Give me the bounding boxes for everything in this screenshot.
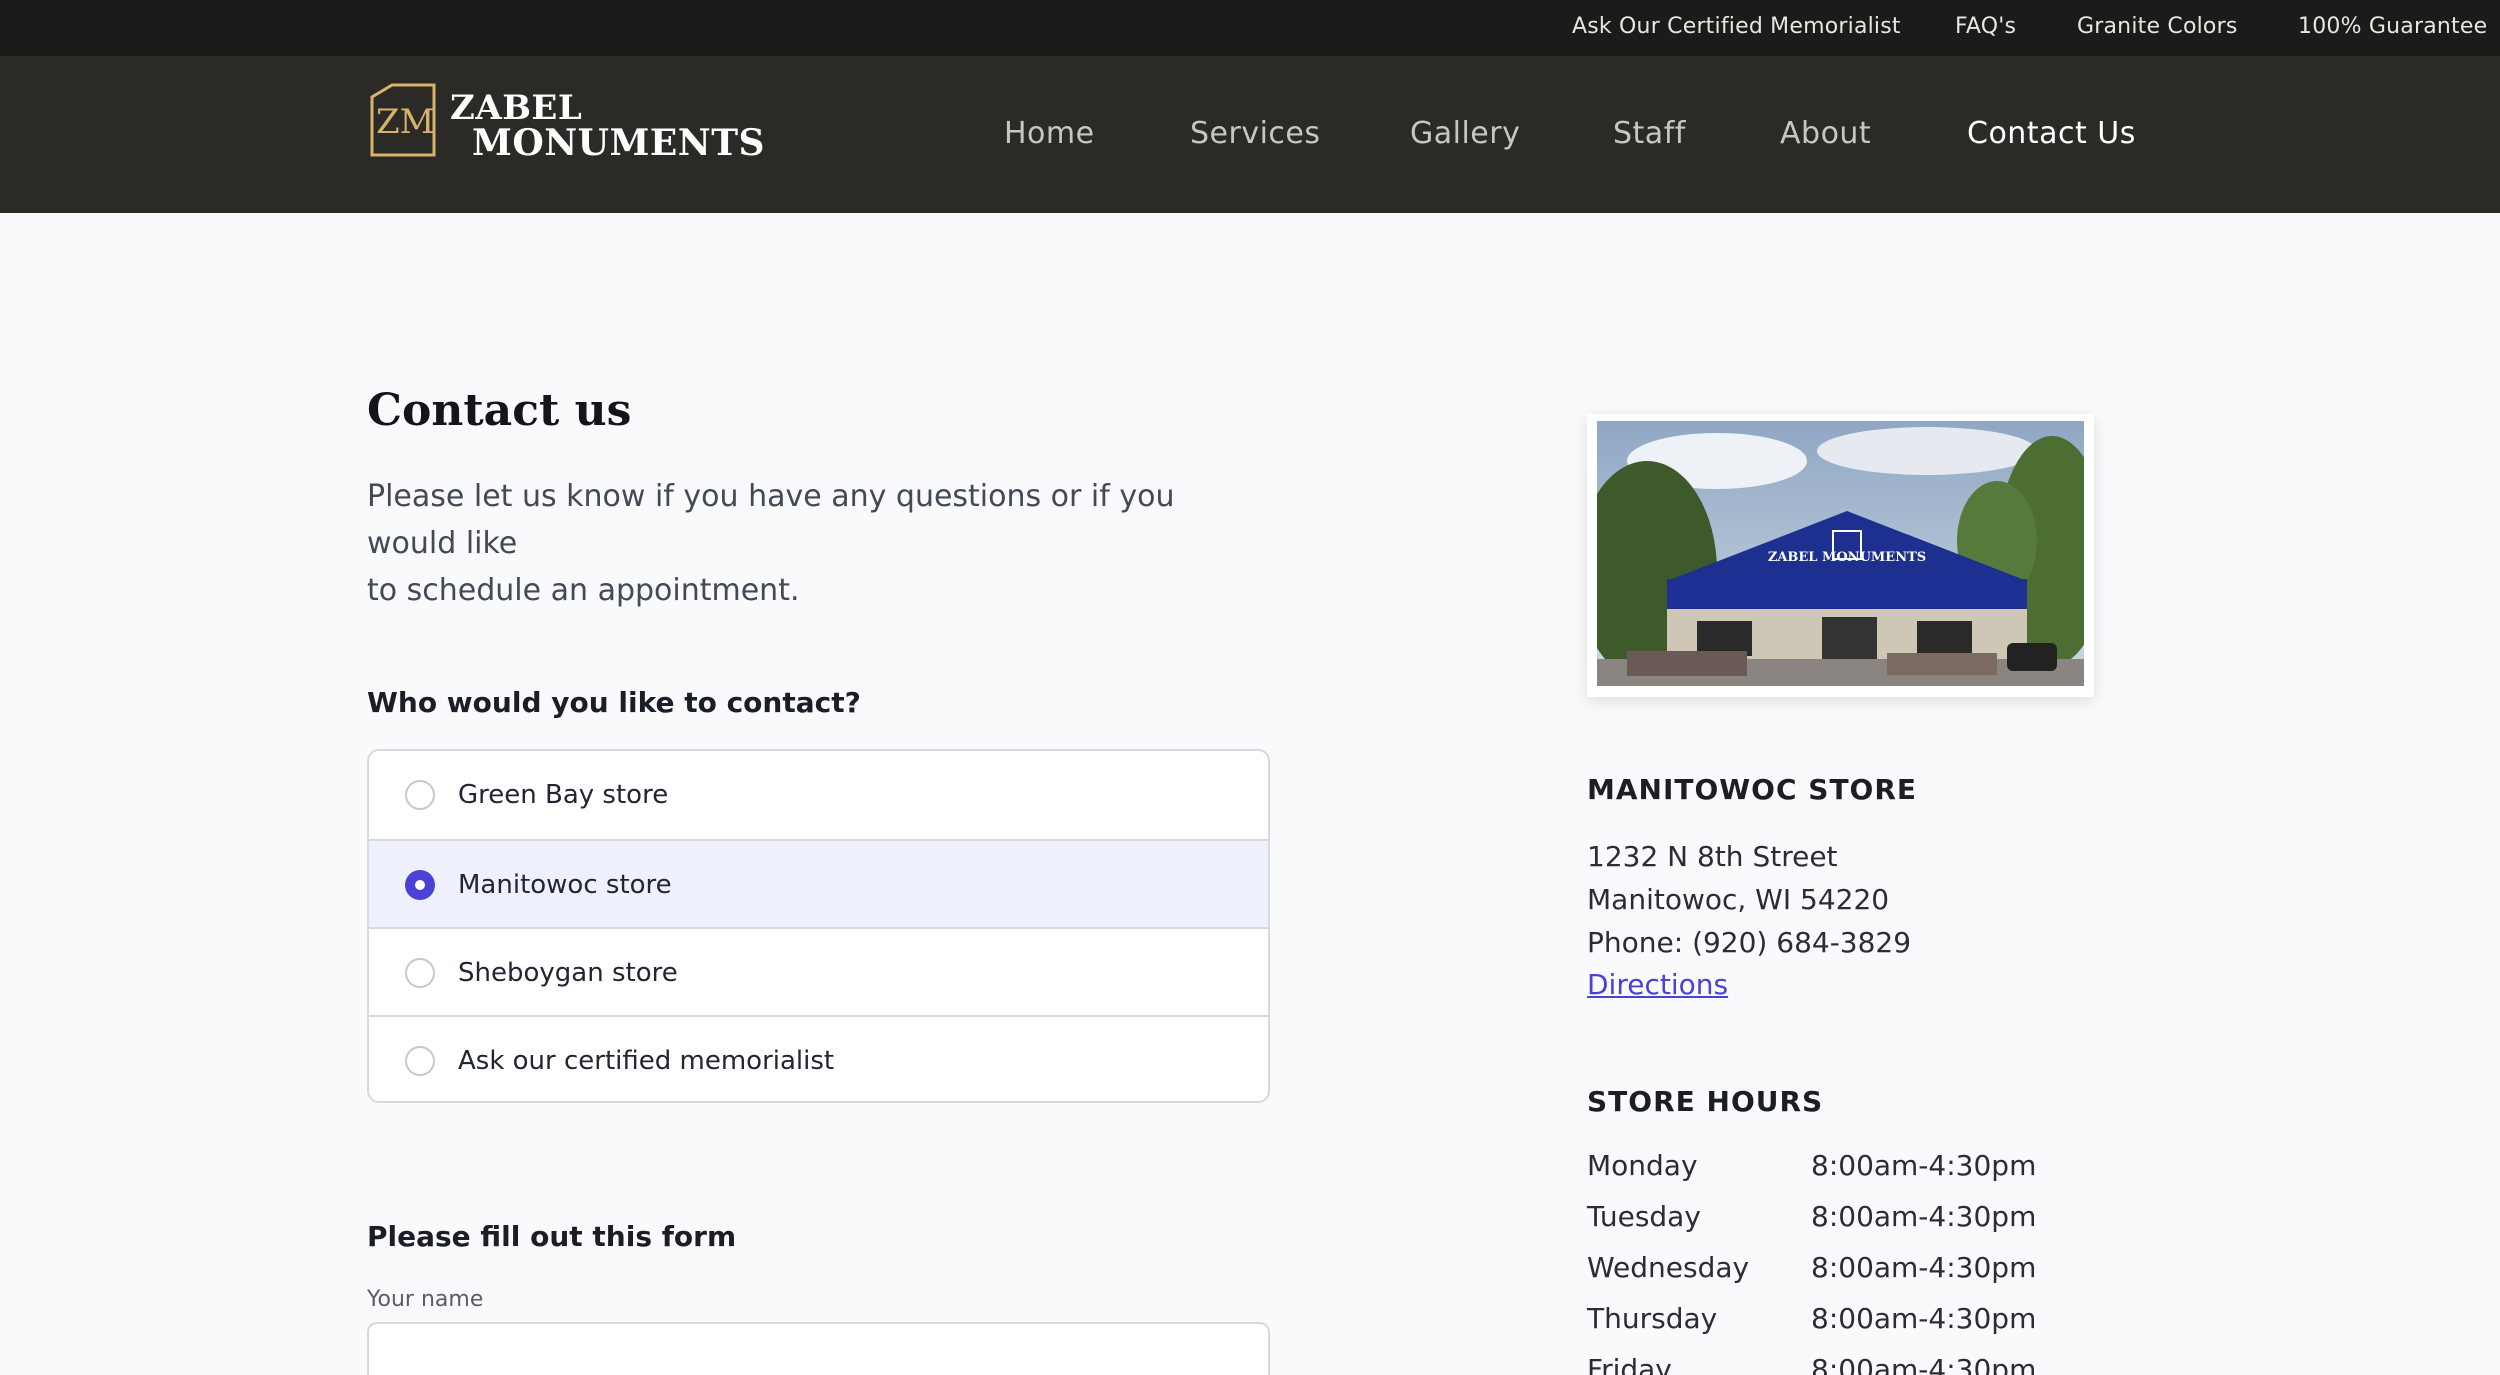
link-guarantee[interactable]: 100% Guarantee	[2298, 0, 2487, 56]
hours-time: 8:00am-4:30pm	[1811, 1149, 2037, 1182]
store-building-image: ZABEL MONUMENTS	[1597, 421, 2084, 686]
radio-option-green-bay[interactable]: Green Bay store	[369, 751, 1268, 839]
intro-text: Please let us know if you have any quest…	[367, 473, 1267, 614]
address-line-1: 1232 N 8th Street	[1587, 840, 1838, 873]
radio-button[interactable]	[405, 780, 435, 810]
zm-monogram-icon: ZM	[370, 83, 436, 157]
radio-option-memorialist[interactable]: Ask our certified memorialist	[369, 1015, 1268, 1101]
photo-sign-text: ZABEL MONUMENTS	[1768, 550, 1926, 565]
radio-button[interactable]	[405, 1046, 435, 1076]
intro-line-2: to schedule an appointment.	[367, 573, 800, 608]
hours-day: Monday	[1587, 1149, 1698, 1182]
nav-gallery[interactable]: Gallery	[1410, 114, 1520, 154]
nav-staff[interactable]: Staff	[1613, 114, 1686, 154]
directions-link[interactable]: Directions	[1587, 968, 1728, 1001]
store-photo: ZABEL MONUMENTS	[1587, 414, 2094, 697]
main-navbar: ZM ZABEL MONUMENTS Home Services Gallery…	[0, 56, 2500, 213]
hours-day: Thursday	[1587, 1302, 1718, 1335]
hours-day: Tuesday	[1587, 1200, 1701, 1233]
nav-contact-us[interactable]: Contact Us	[1967, 114, 2136, 154]
link-faqs[interactable]: FAQ's	[1955, 0, 2016, 56]
store-heading: MANITOWOC STORE	[1587, 773, 1918, 806]
page-title: Contact us	[367, 385, 632, 436]
site-logo[interactable]: ZM ZABEL MONUMENTS	[368, 83, 765, 187]
form-heading: Please fill out this form	[367, 1220, 737, 1253]
hours-time: 8:00am-4:30pm	[1811, 1302, 2037, 1335]
radio-button[interactable]	[405, 958, 435, 988]
link-ask-memorialist[interactable]: Ask Our Certified Memorialist	[1572, 0, 1901, 56]
utility-bar: Ask Our Certified Memorialist FAQ's Gran…	[0, 0, 2500, 56]
hours-time: 8:00am-4:30pm	[1811, 1200, 2037, 1233]
intro-line-1: Please let us know if you have any quest…	[367, 479, 1175, 561]
radio-label: Manitowoc store	[458, 870, 672, 900]
name-input[interactable]	[367, 1322, 1270, 1375]
store-phone: Phone: (920) 684-3829	[1587, 926, 1912, 959]
nav-home[interactable]: Home	[1004, 114, 1095, 154]
hours-time: 8:00am-4:30pm	[1811, 1353, 2037, 1375]
contact-radio-group: Green Bay store Manitowoc store Sheboyga…	[367, 749, 1270, 1103]
logo-line-2: MONUMENTS	[472, 122, 765, 164]
hours-day: Wednesday	[1587, 1251, 1750, 1284]
radio-label: Sheboygan store	[458, 958, 678, 988]
radio-button-selected[interactable]	[405, 870, 435, 900]
name-field-label: Your name	[367, 1287, 484, 1312]
radio-option-manitowoc[interactable]: Manitowoc store	[369, 839, 1268, 927]
hours-heading: STORE HOURS	[1587, 1085, 1824, 1118]
address-line-2: Manitowoc, WI 54220	[1587, 883, 1890, 916]
logo-line-1: ZABEL	[450, 88, 583, 128]
radio-label: Ask our certified memorialist	[458, 1046, 835, 1076]
radio-option-sheboygan[interactable]: Sheboygan store	[369, 927, 1268, 1015]
nav-services[interactable]: Services	[1190, 114, 1321, 154]
radio-label: Green Bay store	[458, 780, 669, 810]
hours-day: Friday	[1587, 1353, 1672, 1375]
logo-wordmark: ZABEL MONUMENTS	[450, 91, 765, 161]
hours-time: 8:00am-4:30pm	[1811, 1251, 2037, 1284]
contact-question: Who would you like to contact?	[367, 686, 861, 719]
monogram-z: ZM	[376, 102, 434, 142]
nav-about[interactable]: About	[1780, 114, 1871, 154]
link-granite-colors[interactable]: Granite Colors	[2077, 0, 2238, 56]
